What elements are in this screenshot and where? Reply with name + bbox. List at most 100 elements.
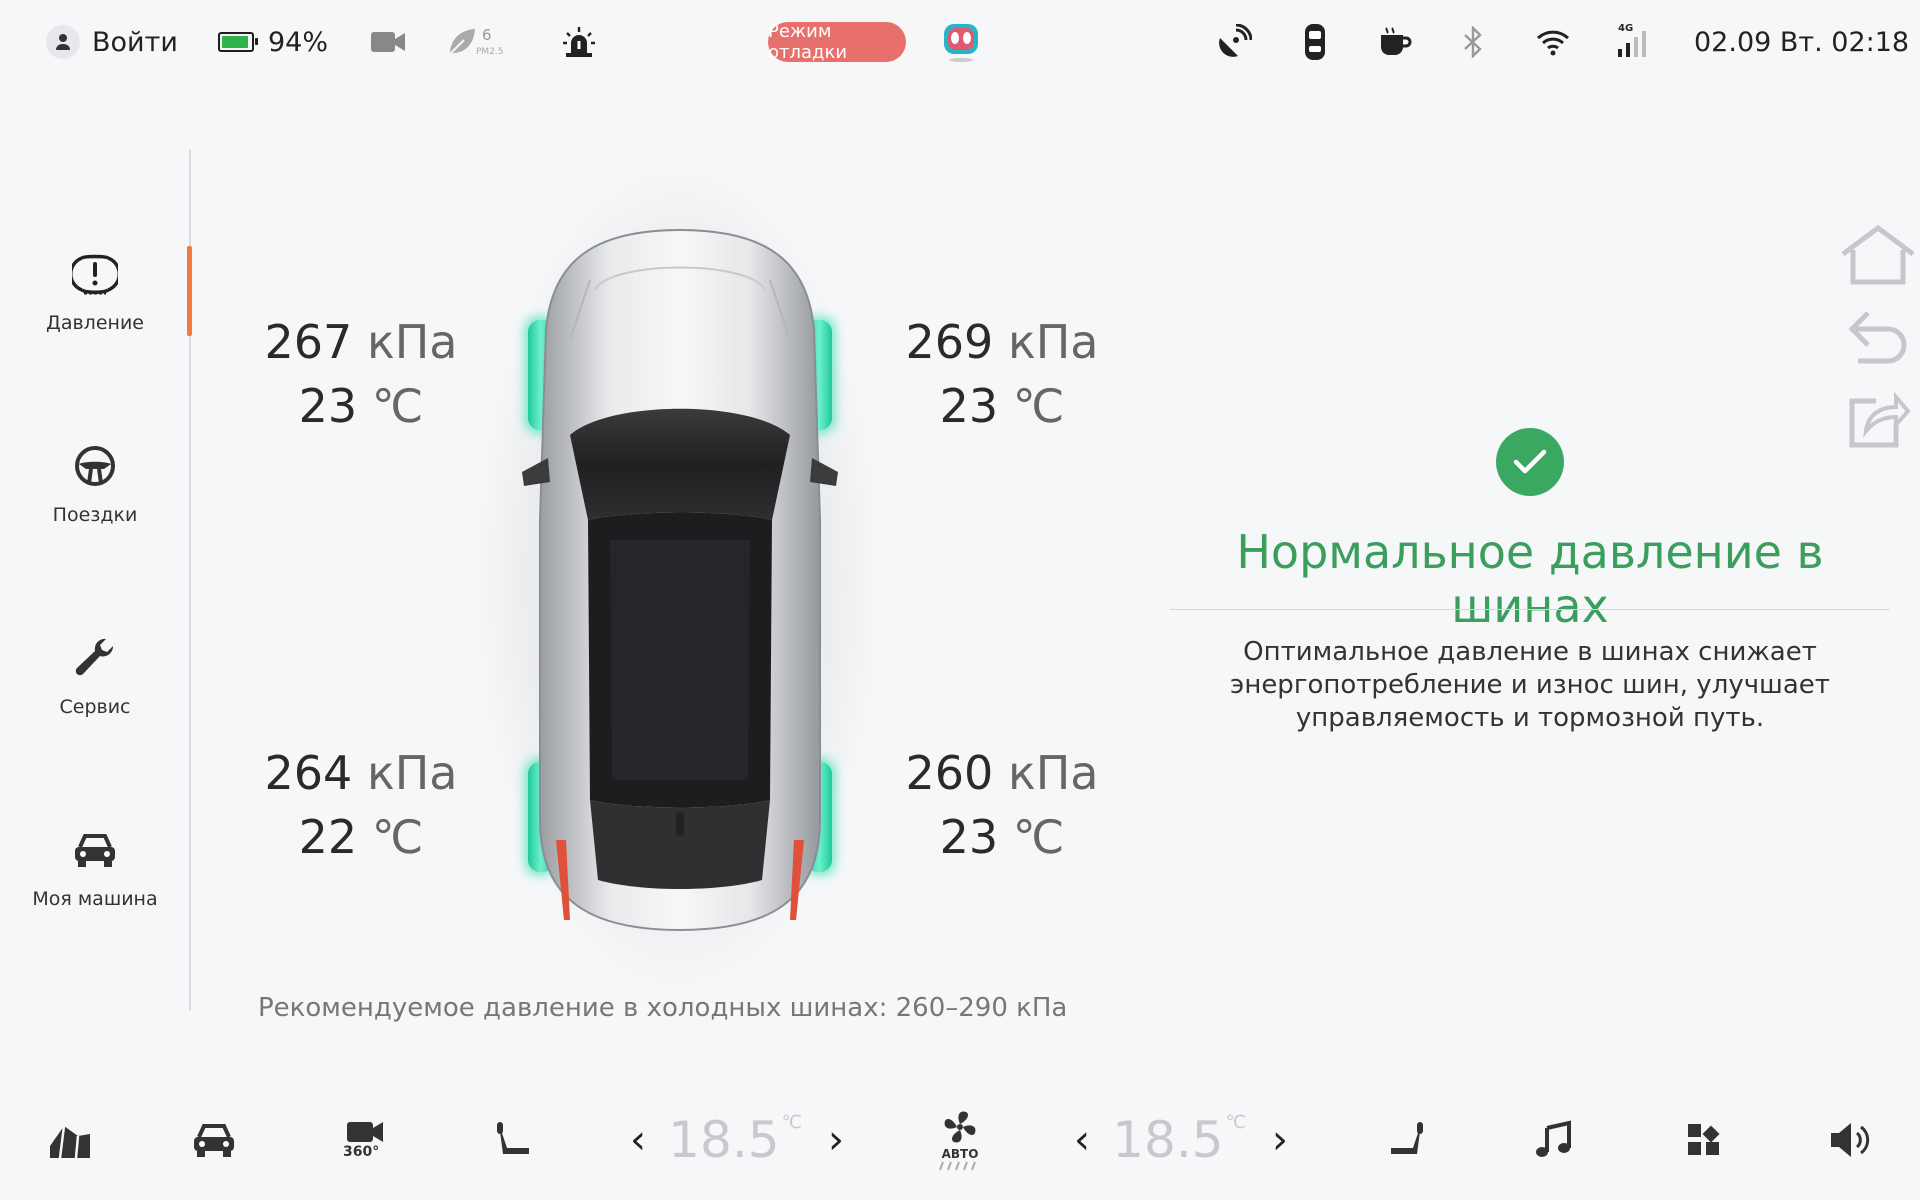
seat-icon: [1391, 1122, 1423, 1154]
temperature-unit: ℃: [1012, 810, 1065, 864]
tire-readout-rear-right: 260 кПа 23 ℃: [887, 741, 1117, 869]
cellular-signal-icon: 4G: [1616, 18, 1650, 66]
sidebar-item-pressure[interactable]: Давление: [0, 250, 190, 380]
temperature-value: 23: [939, 810, 999, 864]
sidebar-item-label: Поездки: [52, 504, 138, 526]
battery-percent: 94%: [268, 26, 329, 58]
pressure-value: 260: [905, 746, 994, 800]
dock-360-camera-button[interactable]: 360°: [334, 1090, 398, 1190]
share-icon: [1849, 391, 1910, 448]
pressure-unit: кПа: [1007, 746, 1099, 800]
debug-mode-badge[interactable]: Режим отладки: [768, 18, 906, 66]
alarm-icon[interactable]: [562, 18, 596, 66]
battery-icon: [218, 32, 258, 52]
tire-readout-front-right: 269 кПа 23 ℃: [887, 310, 1117, 438]
battery-fill: [222, 36, 249, 48]
satellite-icon: [1216, 18, 1252, 66]
temperature-value: 22: [298, 810, 358, 864]
fan-level-indicator: [939, 1161, 976, 1171]
pressure-unit: кПа: [366, 746, 458, 800]
dashcam-icon[interactable]: [370, 18, 406, 66]
pm-label: PM2.5: [476, 47, 504, 57]
air-quality[interactable]: 6 PM2.5: [446, 18, 510, 66]
home-button[interactable]: [1838, 220, 1918, 290]
dock-vehicle-button[interactable]: [184, 1090, 244, 1190]
datetime: 02.09 Вт. 02:18: [1694, 18, 1909, 66]
steering-wheel-icon: [71, 442, 119, 490]
sidebar-item-my-car[interactable]: Моя машина: [0, 826, 190, 956]
volume-icon: [1831, 1123, 1870, 1157]
recommended-pressure-note: Рекомендуемое давление в холодных шинах:…: [258, 993, 1068, 1023]
status-title: Нормальное давление в шинах: [1236, 525, 1824, 633]
pressure-value: 269: [905, 315, 994, 369]
sidebar-item-trips[interactable]: Поездки: [0, 442, 190, 572]
dock-music-button[interactable]: [1524, 1090, 1584, 1190]
sidebar-item-label: Давление: [46, 312, 144, 334]
right-temperature-unit: ℃: [1225, 1111, 1246, 1133]
datetime-label: 02.09 Вт. 02:18: [1694, 26, 1910, 58]
tire-readout-front-left: 267 кПа 23 ℃: [246, 310, 476, 438]
back-icon: [1848, 311, 1907, 364]
leaf-icon: [449, 29, 475, 55]
apps-grid-icon: [1688, 1124, 1720, 1155]
wifi-icon[interactable]: [1536, 18, 1570, 66]
left-temperature-value: 18.5: [668, 1111, 780, 1169]
dock-navigation-button[interactable]: [40, 1090, 100, 1190]
voice-assistant-icon[interactable]: [942, 18, 980, 66]
chevron-left-icon: ‹: [1074, 1117, 1090, 1163]
pressure-value: 267: [264, 315, 353, 369]
dock-driver-seat-button[interactable]: [484, 1090, 544, 1190]
fan-mode-label: АВТО: [941, 1147, 979, 1161]
pressure-unit: кПа: [366, 315, 458, 369]
coffee-icon: [1378, 18, 1412, 66]
status-divider: [1170, 609, 1890, 610]
back-button[interactable]: [1838, 302, 1918, 372]
camera-360-icon: 360°: [343, 1120, 389, 1160]
battery-status: 94%: [218, 18, 328, 66]
login-label: Войти: [92, 26, 178, 58]
status-description: Оптимальное давление в шинах снижает эне…: [1230, 637, 1830, 733]
user-icon: [46, 25, 80, 59]
tire-pressure-icon: [71, 250, 119, 298]
sidebar-item-service[interactable]: Сервис: [0, 634, 190, 764]
pressure-unit: кПа: [1007, 315, 1099, 369]
car-door-status-icon: [1302, 18, 1328, 66]
dock-passenger-seat-button[interactable]: [1376, 1090, 1436, 1190]
temperature-unit: ℃: [371, 810, 424, 864]
login-button[interactable]: Войти: [46, 18, 178, 66]
home-icon: [1841, 224, 1915, 285]
right-temp-increase-button[interactable]: ›: [1260, 1090, 1300, 1190]
fan-icon: [944, 1111, 976, 1143]
debug-mode-label: Режим отладки: [768, 21, 906, 63]
chevron-right-icon: ›: [828, 1117, 844, 1163]
temperature-value: 23: [939, 379, 999, 433]
temperature-unit: ℃: [371, 379, 424, 433]
dock-fan-auto-button[interactable]: АВТО: [930, 1090, 990, 1190]
share-button[interactable]: [1838, 384, 1918, 454]
seat-icon: [497, 1122, 529, 1154]
map-icon: [50, 1125, 90, 1159]
car-icon: [71, 826, 119, 874]
car-icon: [194, 1124, 234, 1157]
temperature-value: 23: [298, 379, 358, 433]
car-top-view: [522, 228, 838, 932]
left-temp-decrease-button[interactable]: ‹: [618, 1090, 658, 1190]
sidebar-item-label: Моя машина: [32, 888, 158, 910]
sidebar-item-label: Сервис: [59, 696, 131, 718]
right-temp-decrease-button[interactable]: ‹: [1062, 1090, 1102, 1190]
camera-360-label: 360°: [343, 1144, 380, 1160]
pressure-value: 264: [264, 746, 353, 800]
temperature-unit: ℃: [1012, 379, 1065, 433]
right-temperature: 18.5 ℃: [1112, 1090, 1246, 1190]
dock-volume-button[interactable]: [1820, 1090, 1880, 1190]
bluetooth-icon[interactable]: [1462, 18, 1484, 66]
left-temperature: 18.5 ℃: [668, 1090, 802, 1190]
left-temperature-unit: ℃: [781, 1111, 802, 1133]
left-temp-increase-button[interactable]: ›: [816, 1090, 856, 1190]
right-temperature-value: 18.5: [1112, 1111, 1224, 1169]
chevron-left-icon: ‹: [630, 1117, 646, 1163]
tire-readout-rear-left: 264 кПа 22 ℃: [246, 741, 476, 869]
dock-apps-button[interactable]: [1674, 1090, 1734, 1190]
chevron-right-icon: ›: [1272, 1117, 1288, 1163]
pm-value: 6: [482, 26, 492, 44]
